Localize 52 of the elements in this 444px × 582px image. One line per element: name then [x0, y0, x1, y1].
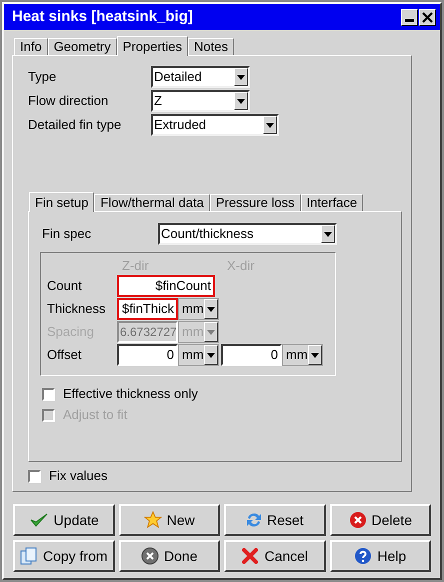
- input-field[interactable]: $finThick: [117, 298, 178, 320]
- dialog-button[interactable]: Update: [13, 504, 114, 536]
- input-field[interactable]: $finCount: [117, 275, 215, 297]
- input-field[interactable]: 0: [117, 344, 178, 366]
- checkbox-label: Effective thickness only: [63, 385, 198, 404]
- field-label: Thickness: [47, 300, 107, 318]
- unit-dropdown[interactable]: mm: [178, 298, 219, 320]
- window-title: Heat sinks [heatsink_big]: [12, 6, 193, 27]
- dialog-button[interactable]: Cancel: [224, 540, 326, 572]
- tab[interactable]: Interface: [300, 194, 364, 211]
- field-label: Detailed fin type: [28, 116, 122, 134]
- copy-icon: [20, 547, 38, 565]
- field-label: Flow direction: [28, 92, 110, 110]
- update-icon: [28, 512, 49, 528]
- unit-dropdown[interactable]: mm: [282, 344, 323, 366]
- checkbox[interactable]: [28, 470, 41, 482]
- tab[interactable]: Flow/thermal data: [94, 194, 210, 211]
- tab[interactable]: Notes: [188, 38, 234, 55]
- input-field[interactable]: 0: [221, 344, 282, 366]
- new-icon: [144, 511, 162, 529]
- done-icon: [141, 547, 160, 565]
- tab[interactable]: Geometry: [48, 38, 117, 55]
- dialog-button[interactable]: Delete: [330, 504, 431, 536]
- checkbox-label: Fix values: [49, 467, 108, 486]
- close-button[interactable]: [419, 8, 436, 26]
- minimize-icon: [405, 18, 414, 22]
- reset-icon: [246, 511, 262, 529]
- field-label: Type: [28, 68, 58, 86]
- tab[interactable]: Properties: [116, 36, 188, 56]
- dropdown[interactable]: Z: [151, 90, 250, 112]
- dialog-button[interactable]: Copy from: [13, 540, 114, 572]
- checkbox[interactable]: [42, 388, 55, 400]
- close-icon: [422, 12, 433, 22]
- minimize-button[interactable]: [401, 8, 418, 26]
- field-label: Offset: [47, 346, 82, 364]
- tab[interactable]: Info: [14, 38, 48, 55]
- dialog-button[interactable]: New: [118, 504, 220, 536]
- dropdown[interactable]: Detailed: [151, 66, 250, 88]
- tab[interactable]: Pressure loss: [210, 194, 301, 211]
- field-label: Count: [47, 277, 83, 296]
- dropdown[interactable]: Extruded: [151, 114, 279, 136]
- unit-dropdown[interactable]: mm: [178, 344, 219, 366]
- dialog-button[interactable]: Help: [330, 540, 431, 572]
- tab[interactable]: Fin setup: [29, 192, 94, 212]
- cancel-icon: [241, 547, 260, 565]
- input-field: 6.6732727: [117, 321, 178, 343]
- help-icon: [354, 547, 372, 565]
- fin-spec-dropdown[interactable]: Count/thickness: [158, 223, 337, 245]
- dialog-button[interactable]: Reset: [224, 504, 326, 536]
- delete-icon: [348, 511, 367, 529]
- fin-spec-label: Fin spec: [42, 225, 92, 244]
- dialog-button[interactable]: Done: [118, 540, 220, 572]
